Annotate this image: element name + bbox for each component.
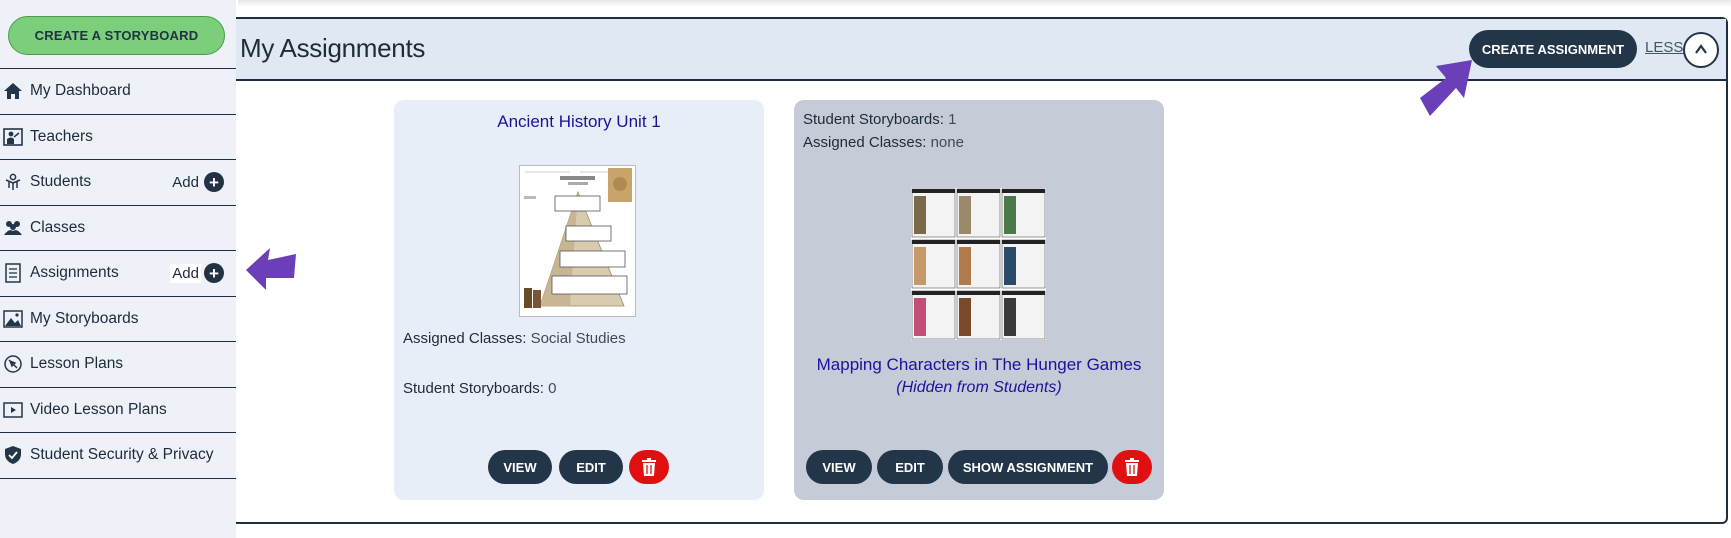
assignment-card: Student Storyboards: 1 Assigned Classes:… xyxy=(794,100,1164,500)
sidebar-item-label: Video Lesson Plans xyxy=(30,400,167,418)
add-student-button[interactable]: Add + xyxy=(170,160,224,205)
sidebar-item-label: Teachers xyxy=(30,127,93,145)
shield-icon xyxy=(2,444,24,466)
assigned-classes-value: Social Studies xyxy=(530,330,626,347)
sidebar-item-label: Lesson Plans xyxy=(30,355,124,373)
pyramid-worksheet-image xyxy=(520,166,635,316)
create-assignment-button[interactable]: CREATE ASSIGNMENT xyxy=(1469,30,1637,68)
add-assignment-button[interactable]: Add + xyxy=(170,251,224,296)
student-storyboards-label: Student Storyboards: xyxy=(803,111,944,128)
sidebar-item-label: Students xyxy=(30,173,92,191)
sidebar-item-label: My Dashboard xyxy=(30,82,131,100)
edit-button[interactable]: EDIT xyxy=(877,450,943,484)
assigned-classes-value: none xyxy=(930,134,964,151)
chevron-up-icon xyxy=(1695,44,1707,54)
create-storyboard-button[interactable]: CREATE A STORYBOARD xyxy=(8,16,225,55)
video-icon xyxy=(2,399,24,421)
classes-icon xyxy=(2,217,24,239)
sidebar-item-dashboard[interactable]: My Dashboard xyxy=(0,69,236,115)
sidebar-item-lesson-plans[interactable]: Lesson Plans xyxy=(0,342,236,388)
student-storyboards-label: Student Storyboards: xyxy=(403,380,544,397)
student-storyboards-value: 1 xyxy=(948,111,957,128)
view-button[interactable]: VIEW xyxy=(488,450,552,484)
student-storyboards: Student Storyboards: 0 xyxy=(403,380,556,397)
top-shadow xyxy=(238,0,1731,7)
plus-icon: + xyxy=(204,263,224,284)
add-label: Add xyxy=(170,263,201,283)
sidebar-item-classes[interactable]: Classes xyxy=(0,206,236,251)
assignments-icon xyxy=(2,262,24,284)
student-storyboards: Student Storyboards: 1 xyxy=(803,111,956,128)
sidebar-nav: My Dashboard Teachers Students Add + Cla… xyxy=(0,68,236,479)
sidebar-item-label: Student Security & Privacy xyxy=(30,446,214,464)
students-icon xyxy=(2,171,24,193)
assigned-classes: Assigned Classes: Social Studies xyxy=(403,330,626,347)
assignment-card: Ancient History Unit 1 Assigned Classes:… xyxy=(394,100,764,500)
pointer-arrow-icon xyxy=(246,248,296,290)
assigned-classes-label: Assigned Classes: xyxy=(403,330,527,347)
assigned-classes-label: Assigned Classes: xyxy=(803,134,927,151)
pointer-arrow-icon xyxy=(1420,60,1472,116)
view-button[interactable]: VIEW xyxy=(806,450,872,484)
home-icon xyxy=(2,80,24,102)
sidebar-item-label: Classes xyxy=(30,218,86,236)
assigned-classes: Assigned Classes: none xyxy=(803,134,964,151)
trash-icon xyxy=(642,458,656,476)
trash-icon xyxy=(1125,458,1139,476)
assignment-thumbnail[interactable] xyxy=(519,165,636,317)
sidebar-item-security-privacy[interactable]: Student Security & Privacy xyxy=(0,433,236,479)
sidebar-item-video-lesson-plans[interactable]: Video Lesson Plans xyxy=(0,388,236,433)
delete-button[interactable] xyxy=(629,450,669,484)
less-link[interactable]: LESS xyxy=(1645,39,1683,56)
character-map-storyboard-image xyxy=(911,188,1046,340)
panel-header: My Assignments CREATE ASSIGNMENT LESS xyxy=(236,19,1726,81)
delete-button[interactable] xyxy=(1112,450,1152,484)
plus-icon: + xyxy=(204,172,224,193)
student-storyboards-value: 0 xyxy=(548,380,557,397)
sidebar-item-teachers[interactable]: Teachers xyxy=(0,115,236,160)
lesson-plans-icon xyxy=(2,353,24,375)
teacher-icon xyxy=(2,126,24,148)
show-assignment-button[interactable]: SHOW ASSIGNMENT xyxy=(948,450,1108,484)
assignment-thumbnail[interactable] xyxy=(911,188,1046,340)
page-title: My Assignments xyxy=(240,33,426,63)
sidebar-item-label: Assignments xyxy=(30,264,119,282)
collapse-button[interactable] xyxy=(1683,32,1719,68)
sidebar: CREATE A STORYBOARD My Dashboard Teacher… xyxy=(0,0,236,538)
sidebar-item-my-storyboards[interactable]: My Storyboards xyxy=(0,297,236,342)
assignment-title-link[interactable]: Mapping Characters in The Hunger Games xyxy=(794,355,1164,375)
sidebar-item-students[interactable]: Students Add + xyxy=(0,160,236,206)
sidebar-item-assignments[interactable]: Assignments Add + xyxy=(0,251,236,297)
assignment-title-link[interactable]: Ancient History Unit 1 xyxy=(394,112,764,132)
sidebar-item-label: My Storyboards xyxy=(30,309,139,327)
image-icon xyxy=(2,308,24,330)
edit-button[interactable]: EDIT xyxy=(559,450,623,484)
hidden-from-students-note: (Hidden from Students) xyxy=(896,379,1062,396)
add-label: Add xyxy=(172,173,199,191)
